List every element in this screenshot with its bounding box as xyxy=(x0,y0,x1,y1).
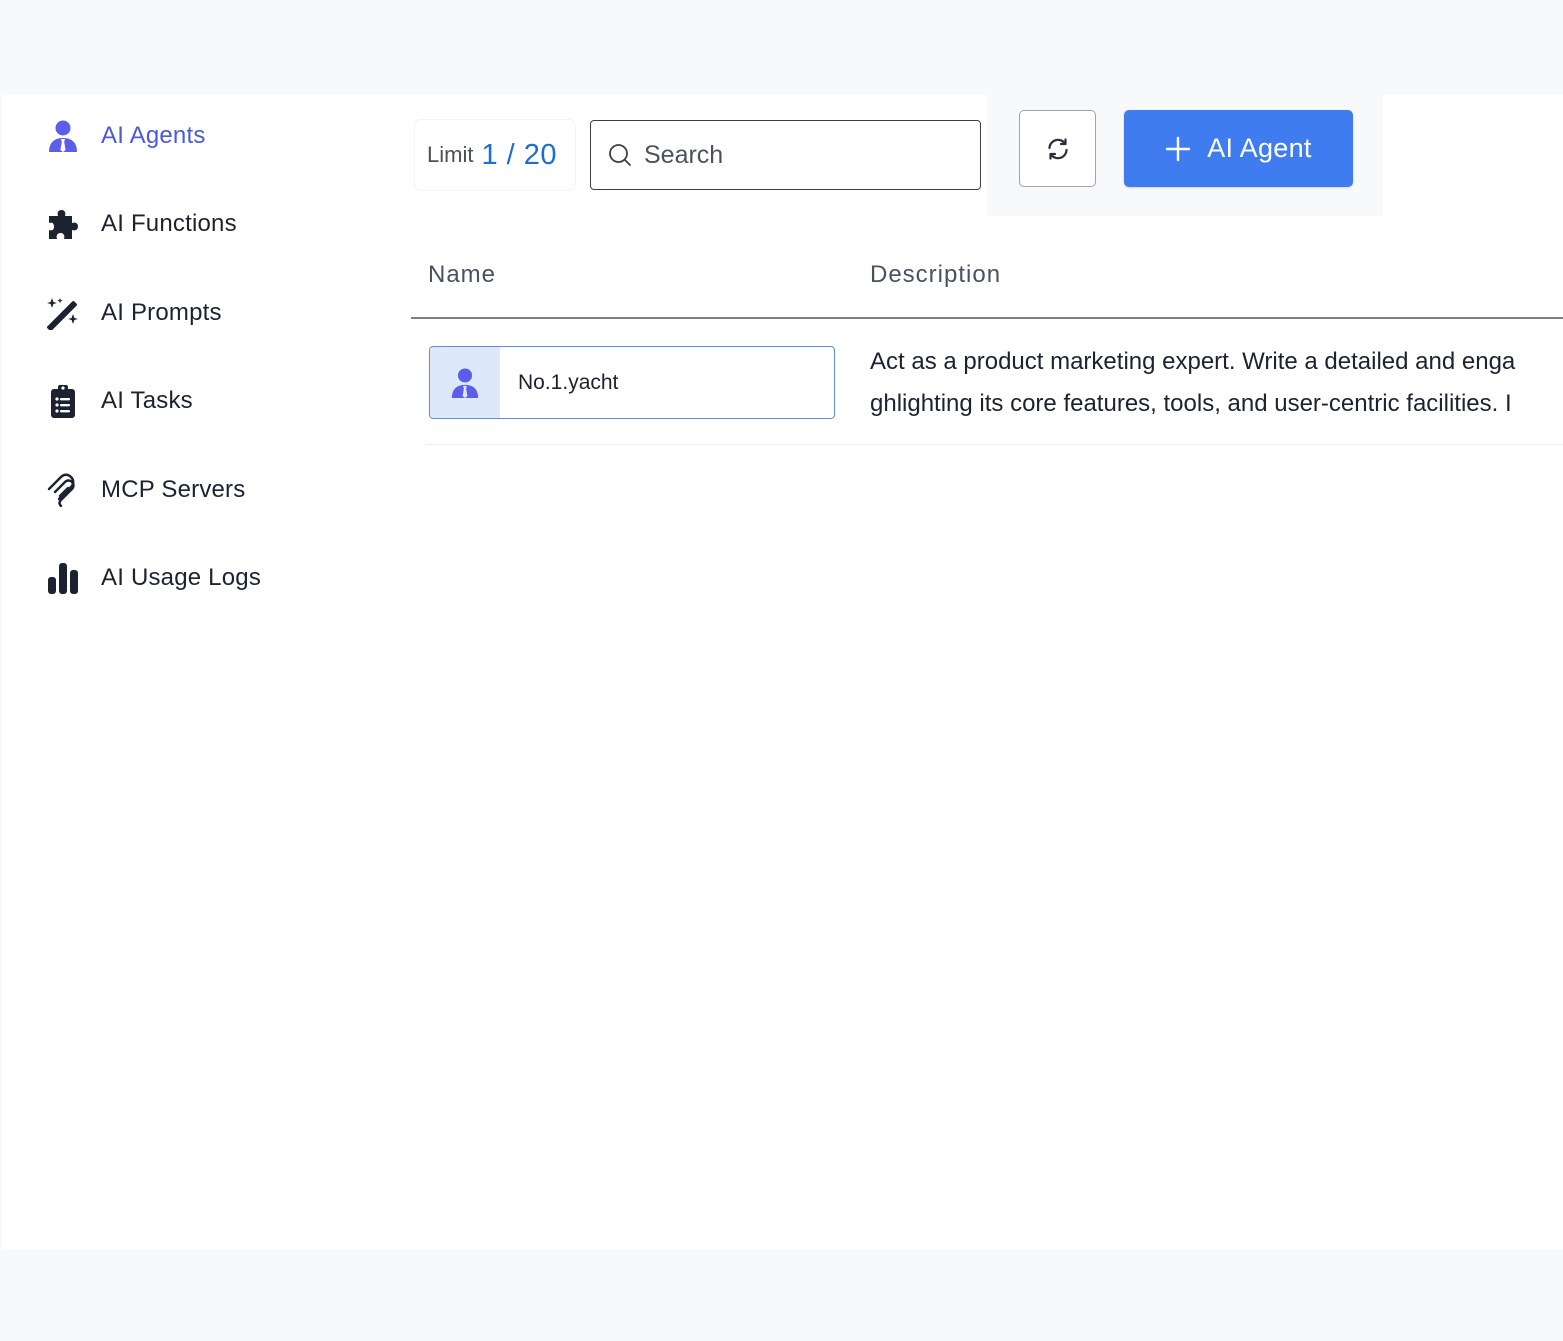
refresh-button[interactable] xyxy=(1019,110,1096,187)
search-icon xyxy=(608,143,632,167)
plus-icon xyxy=(1165,136,1191,162)
add-ai-agent-button[interactable]: AI Agent xyxy=(1124,110,1353,187)
description-line: Act as a product marketing expert. Write… xyxy=(870,348,1516,375)
sidebar-item-label: AI Usage Logs xyxy=(101,564,262,591)
search-box[interactable] xyxy=(590,120,981,190)
sidebar: AI Agents AI Functions AI Prompts AI Tas… xyxy=(2,95,402,1250)
sidebar-item-ai-tasks[interactable]: AI Tasks xyxy=(46,376,366,426)
agent-icon xyxy=(430,347,500,418)
sidebar-item-label: MCP Servers xyxy=(101,476,246,503)
column-header-description[interactable]: Description xyxy=(870,261,1001,289)
sidebar-item-label: AI Functions xyxy=(101,210,237,237)
puzzle-icon xyxy=(46,207,80,241)
search-input[interactable] xyxy=(644,140,964,170)
sidebar-item-label: AI Tasks xyxy=(101,387,193,414)
sidebar-item-mcp-servers[interactable]: MCP Servers xyxy=(46,465,366,515)
agent-icon xyxy=(46,119,80,153)
sidebar-item-label: AI Prompts xyxy=(101,299,222,326)
limit-indicator: Limit 1 / 20 xyxy=(415,120,575,190)
sidebar-item-label: AI Agents xyxy=(101,122,206,149)
sidebar-item-ai-functions[interactable]: AI Functions xyxy=(46,199,366,249)
table-row[interactable]: No.1.yacht Act as a product marketing ex… xyxy=(426,319,1563,445)
magic-wand-icon xyxy=(46,296,80,330)
agent-description: Act as a product marketing expert. Write… xyxy=(870,341,1563,425)
mcp-icon xyxy=(46,473,80,507)
description-line: ghlighting its core features, tools, and… xyxy=(870,390,1512,417)
limit-value: 1 / 20 xyxy=(481,138,558,171)
column-header-name[interactable]: Name xyxy=(428,261,496,289)
sidebar-item-ai-agents[interactable]: AI Agents xyxy=(46,111,366,161)
clipboard-list-icon xyxy=(46,384,80,418)
agent-name: No.1.yacht xyxy=(518,370,619,394)
bar-chart-icon xyxy=(46,561,80,595)
sidebar-item-ai-prompts[interactable]: AI Prompts xyxy=(46,288,366,338)
refresh-icon xyxy=(1046,137,1070,161)
app-window: AI Agents AI Functions AI Prompts AI Tas… xyxy=(2,95,1563,1250)
sidebar-item-ai-usage-logs[interactable]: AI Usage Logs xyxy=(46,553,366,603)
add-button-label: AI Agent xyxy=(1207,133,1312,163)
agent-name-chip[interactable]: No.1.yacht xyxy=(429,346,835,419)
limit-label: Limit xyxy=(427,142,474,167)
